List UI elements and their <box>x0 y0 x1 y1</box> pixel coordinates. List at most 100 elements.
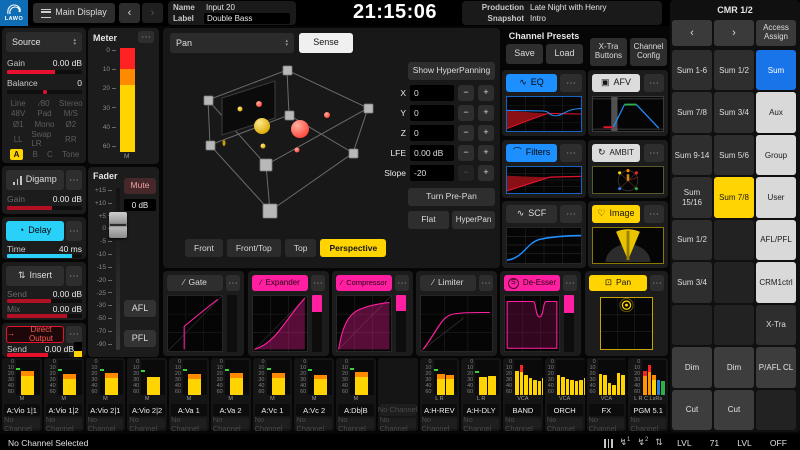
meter-channel-assign[interactable]: No Channel <box>255 418 291 429</box>
source-option[interactable]: Mono <box>31 119 57 130</box>
tab-top[interactable]: Top <box>285 239 317 257</box>
limiter-graph[interactable] <box>420 295 493 352</box>
pan-z-plus-button[interactable]: + <box>478 125 494 141</box>
source-option[interactable]: M/S <box>58 109 84 120</box>
filters-graph[interactable] <box>506 166 582 194</box>
pan-lfe-minus-button[interactable]: − <box>458 145 474 161</box>
image-button[interactable]: ♡Image <box>592 205 640 223</box>
eq-button[interactable]: ∿EQ <box>506 74 557 92</box>
gate-button[interactable]: ∕Gate <box>167 275 223 291</box>
source-ab-option-a[interactable]: A <box>10 149 24 160</box>
pan-lfe-plus-button[interactable]: + <box>478 145 494 161</box>
meter-options-button[interactable]: ⋯ <box>138 31 154 43</box>
eq-options-button[interactable]: ⋯ <box>560 74 582 92</box>
channel-config-button[interactable]: Channel Config <box>630 38 667 66</box>
meter-channel-assign[interactable]: No Channel <box>171 418 207 429</box>
sidebar-key-cut[interactable]: Cut <box>714 390 754 430</box>
source-option[interactable]: Line <box>5 98 31 109</box>
sidebar-key-sum-1-2[interactable]: Sum 1/2 <box>672 220 712 260</box>
insert-send-slider[interactable] <box>7 299 82 303</box>
meter-channel-assign[interactable]: No Channel <box>505 418 541 429</box>
sense-button[interactable]: Sense <box>299 33 353 53</box>
scf-graph[interactable] <box>506 227 582 264</box>
direct-send-slider[interactable] <box>7 353 69 357</box>
compressor-graph[interactable] <box>336 295 392 352</box>
pan-z-minus-button[interactable]: − <box>458 125 474 141</box>
sidebar-key-sum-9-14[interactable]: Sum 9-14 <box>672 135 712 175</box>
source-option[interactable]: Ø2 <box>58 119 84 130</box>
meter-channel-assign[interactable]: No Channel <box>422 418 458 429</box>
digamp-button[interactable]: Digamp <box>6 170 64 190</box>
pan-3d-view[interactable] <box>168 56 408 234</box>
delay-options-button[interactable]: ⋯ <box>66 221 82 241</box>
source-option[interactable]: Stereo <box>58 98 84 109</box>
limiter-options-button[interactable]: ⋯ <box>479 275 493 291</box>
pan-slope-input[interactable]: -20 <box>410 165 454 181</box>
source-option[interactable]: LL <box>5 130 31 148</box>
deesser-button[interactable]: S De-Esser <box>504 275 560 291</box>
source-option[interactable]: Swap LR <box>31 130 57 148</box>
source-option[interactable]: RR <box>58 130 84 148</box>
insert-options-button[interactable]: ⋯ <box>66 266 82 286</box>
pan-select[interactable]: Pan ▴▾ <box>170 33 294 53</box>
pan-dyn-button[interactable]: ⊡Pan <box>589 275 647 291</box>
source-ab-option-c[interactable]: C <box>47 150 53 159</box>
image-graph[interactable] <box>592 227 664 264</box>
sidebar-key-sum-7-8[interactable]: Sum 7/8 <box>714 177 754 217</box>
source-option[interactable]: 48V <box>5 109 31 120</box>
sidebar-key-dim[interactable]: Dim <box>714 347 754 387</box>
meter-channel-assign[interactable]: No Channel <box>547 418 583 429</box>
sidebar-key-sum-3-4[interactable]: Sum 3/4 <box>714 92 754 132</box>
source-option[interactable]: Pad <box>31 109 57 120</box>
tab-front[interactable]: Front <box>185 239 223 257</box>
sidebar-next-button[interactable]: › <box>714 20 754 46</box>
afv-button[interactable]: ▣AFV <box>592 74 640 92</box>
direct-output-button[interactable]: → Direct Output <box>6 326 64 343</box>
scf-button[interactable]: ∿SCF <box>506 205 557 223</box>
pan-dyn-options-button[interactable]: ⋯ <box>650 275 664 291</box>
afv-graph[interactable] <box>592 96 664 132</box>
insert-mix-slider[interactable] <box>7 314 82 318</box>
meter-channel-assign[interactable]: No Channel <box>630 418 666 429</box>
compressor-options-button[interactable]: ⋯ <box>395 275 409 291</box>
sidebar-key-user[interactable]: User <box>756 177 796 217</box>
sidebar-key-dim[interactable]: Dim <box>672 347 712 387</box>
tab-perspective[interactable]: Perspective <box>320 239 386 257</box>
label-input[interactable]: Double Bass <box>204 13 290 24</box>
meter-channel-assign[interactable]: No Channel <box>88 418 124 429</box>
nav-next-button[interactable]: › <box>142 3 163 23</box>
insert-button[interactable]: ⇅ Insert <box>6 266 64 286</box>
expander-graph[interactable] <box>252 295 308 352</box>
meter-channel-assign[interactable]: No Channel <box>380 418 416 429</box>
ambit-graph[interactable] <box>592 166 664 194</box>
meter-channel-assign[interactable]: No Channel <box>46 418 82 429</box>
deesser-options-button[interactable]: ⋯ <box>563 275 577 291</box>
access-assign-button[interactable]: Access Assign <box>756 20 796 46</box>
filters-button[interactable]: ⌒Filters <box>506 144 557 162</box>
meter-channel-assign[interactable]: No Channel <box>338 418 374 429</box>
pan-z-input[interactable]: 0 <box>410 125 454 141</box>
afv-options-button[interactable]: ⋯ <box>644 74 664 92</box>
pan-slope-plus-button[interactable]: + <box>478 165 494 181</box>
pan-x-input[interactable]: 0 <box>410 85 454 101</box>
flat-button[interactable]: Flat <box>408 211 449 229</box>
pan-y-minus-button[interactable]: − <box>458 105 474 121</box>
source-ab-option-b[interactable]: B <box>33 150 38 159</box>
source-select[interactable]: Source ▴▾ <box>6 32 82 52</box>
sidebar-key-group[interactable]: Group <box>756 135 796 175</box>
pan-x-minus-button[interactable]: − <box>458 85 474 101</box>
show-hyperpanning-button[interactable]: Show HyperPanning <box>408 62 495 80</box>
sidebar-key-afl-pfl[interactable]: AFL/PFL <box>756 220 796 260</box>
hyperpan-button[interactable]: HyperPan <box>452 211 495 229</box>
fader-handle[interactable] <box>109 212 127 238</box>
afl-button[interactable]: AFL <box>124 300 156 317</box>
turn-pre-pan-button[interactable]: Turn Pre-Pan <box>408 188 495 206</box>
gate-options-button[interactable]: ⋯ <box>226 275 240 291</box>
pan-y-plus-button[interactable]: + <box>478 105 494 121</box>
sidebar-key-sum-1-6[interactable]: Sum 1-6 <box>672 50 712 90</box>
sidebar-key-x-tra[interactable]: X-Tra <box>756 305 796 345</box>
main-display-button[interactable]: Main Display <box>33 3 115 23</box>
meter-channel-assign[interactable]: No Channel <box>296 418 332 429</box>
deesser-graph[interactable] <box>504 295 560 352</box>
sidebar-key-crm1ctrl[interactable]: CRM1ctrl <box>756 262 796 302</box>
